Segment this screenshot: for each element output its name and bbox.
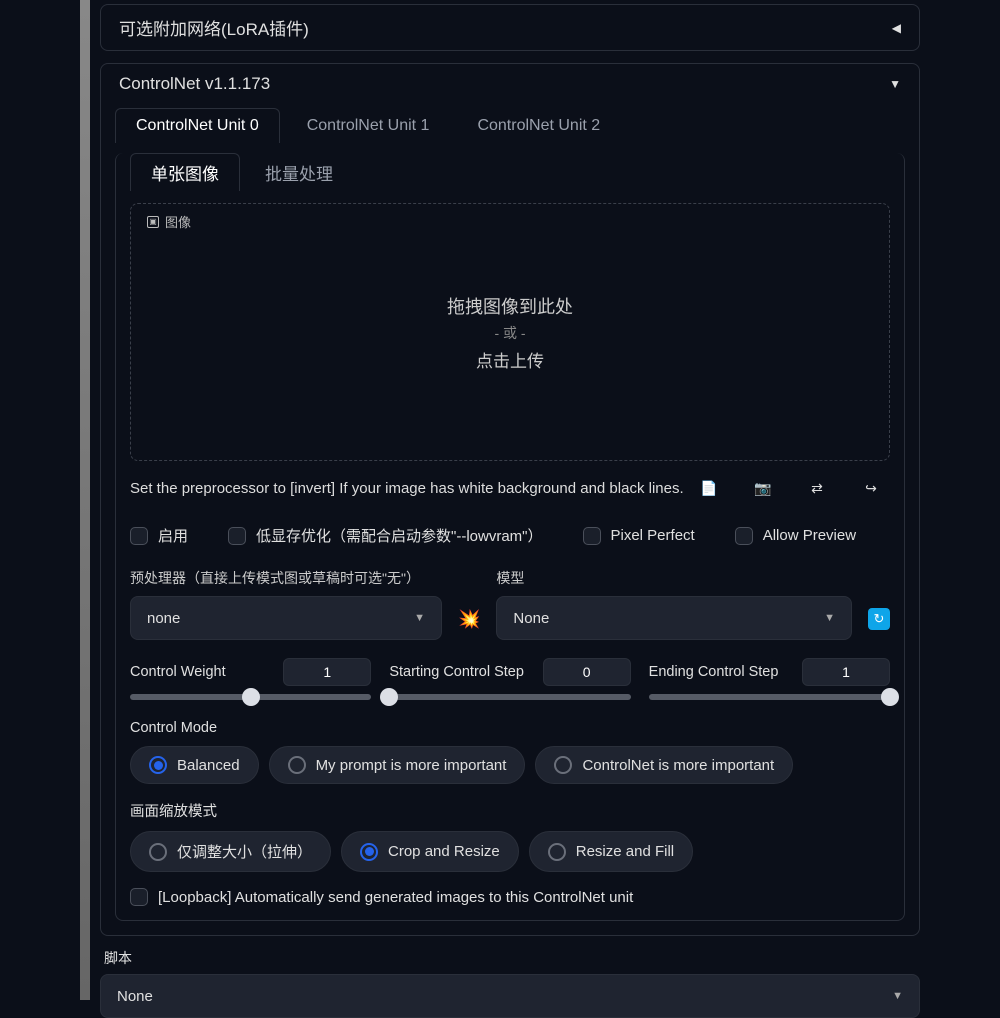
- weight-slider[interactable]: [130, 694, 371, 700]
- control-mode-label: Control Mode: [130, 720, 890, 736]
- chevron-down-icon: ▼: [824, 612, 835, 624]
- weight-value[interactable]: [283, 658, 371, 686]
- lora-title: 可选附加网络(LoRA插件): [119, 15, 309, 40]
- tab-unit-1[interactable]: ControlNet Unit 1: [286, 108, 451, 143]
- loopback-checkbox[interactable]: [Loopback] Automatically send generated …: [130, 888, 890, 906]
- tab-unit-2[interactable]: ControlNet Unit 2: [456, 108, 621, 143]
- start-step-label: Starting Control Step: [389, 664, 524, 680]
- start-step-slider[interactable]: [389, 694, 630, 700]
- subtab-single[interactable]: 单张图像: [130, 153, 240, 191]
- resize-just[interactable]: 仅调整大小（拉伸）: [130, 831, 331, 872]
- model-select[interactable]: None ▼: [496, 596, 852, 640]
- expand-icon: ▼: [889, 77, 901, 91]
- chevron-down-icon: ▼: [892, 990, 903, 1002]
- image-icon: ▣: [147, 216, 159, 228]
- refresh-models-button[interactable]: ↻: [868, 608, 890, 630]
- pixel-perfect-checkbox[interactable]: Pixel Perfect: [583, 527, 695, 545]
- end-step-label: Ending Control Step: [649, 664, 779, 680]
- new-canvas-icon[interactable]: 📄: [700, 479, 718, 497]
- unit-tabs: ControlNet Unit 0 ControlNet Unit 1 Cont…: [101, 108, 919, 143]
- lora-accordion[interactable]: 可选附加网络(LoRA插件) ◀: [100, 4, 920, 51]
- mode-controlnet[interactable]: ControlNet is more important: [535, 746, 793, 784]
- resize-crop[interactable]: Crop and Resize: [341, 831, 519, 872]
- controlnet-accordion: ControlNet v1.1.173 ▼ ControlNet Unit 0 …: [100, 63, 920, 936]
- unit-panel: 单张图像 批量处理 ▣ 图像 拖拽图像到此处 - 或 - 点击上传 Set th…: [115, 153, 905, 921]
- run-preprocessor-button[interactable]: 💥: [458, 609, 480, 640]
- chevron-down-icon: ▼: [414, 612, 425, 624]
- swap-icon[interactable]: ⇄: [808, 479, 826, 497]
- camera-icon[interactable]: 📷: [754, 479, 772, 497]
- resize-fill[interactable]: Resize and Fill: [529, 831, 693, 872]
- dropzone-text-drag: 拖拽图像到此处: [447, 293, 573, 319]
- model-label: 模型: [496, 568, 852, 588]
- mode-prompt[interactable]: My prompt is more important: [269, 746, 526, 784]
- dropzone-text-click: 点击上传: [476, 347, 544, 372]
- subtab-batch[interactable]: 批量处理: [244, 153, 354, 191]
- script-label: 脚本: [104, 948, 920, 968]
- image-dropzone[interactable]: ▣ 图像 拖拽图像到此处 - 或 - 点击上传: [130, 203, 890, 461]
- send-icon[interactable]: ↪: [862, 479, 880, 497]
- controlnet-title: ControlNet v1.1.173: [119, 74, 270, 94]
- preprocessor-hint: Set the preprocessor to [invert] If your…: [130, 480, 700, 497]
- mode-balanced[interactable]: Balanced: [130, 746, 259, 784]
- preprocessor-label: 预处理器（直接上传模式图或草稿时可选"无"）: [130, 568, 442, 588]
- script-select[interactable]: None ▼: [100, 974, 920, 1018]
- resize-mode-label: 画面缩放模式: [130, 800, 890, 821]
- lowvram-checkbox[interactable]: 低显存优化（需配合启动参数"--lowvram"）: [228, 525, 542, 546]
- dropzone-text-or: - 或 -: [494, 323, 525, 343]
- end-step-slider[interactable]: [649, 694, 890, 700]
- preprocessor-select[interactable]: none ▼: [130, 596, 442, 640]
- enable-checkbox[interactable]: 启用: [130, 525, 188, 546]
- dropzone-tag: 图像: [165, 212, 191, 231]
- start-step-value[interactable]: [543, 658, 631, 686]
- end-step-value[interactable]: [802, 658, 890, 686]
- controlnet-header[interactable]: ControlNet v1.1.173 ▼: [101, 64, 919, 104]
- allow-preview-checkbox[interactable]: Allow Preview: [735, 527, 856, 545]
- tab-unit-0[interactable]: ControlNet Unit 0: [115, 108, 280, 143]
- weight-label: Control Weight: [130, 664, 226, 680]
- collapse-icon: ◀: [892, 21, 901, 35]
